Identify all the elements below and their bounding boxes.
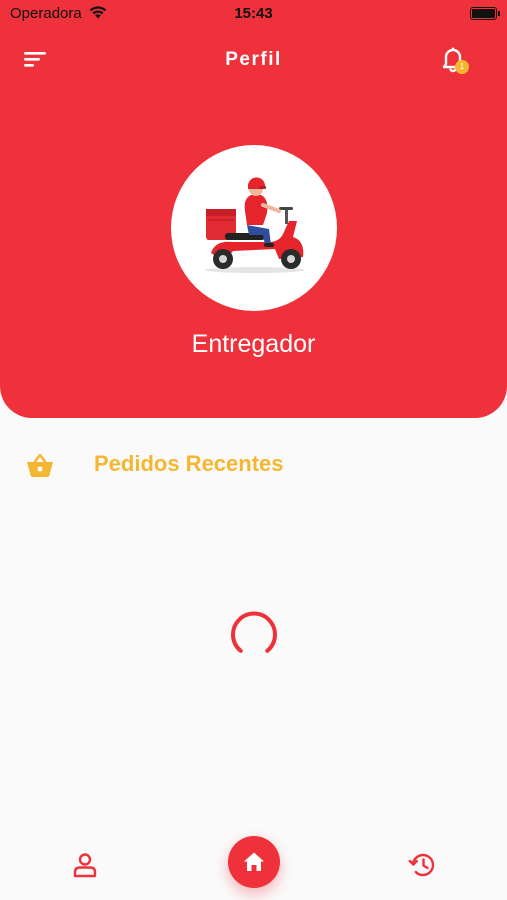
profile-screen: Operadora 15:43 Perfil 1 Entregador Pedi…	[0, 0, 507, 900]
nav-history-button[interactable]	[408, 850, 438, 880]
nav-profile-button[interactable]	[70, 850, 100, 880]
nav-home-button[interactable]	[228, 836, 280, 888]
battery-icon	[470, 7, 500, 20]
loading-spinner	[229, 610, 279, 660]
profile-name: Entregador	[191, 330, 316, 358]
section-title: Pedidos Recentes	[94, 451, 284, 476]
status-time: 15:43	[234, 5, 273, 22]
profile-header: Operadora 15:43 Perfil 1 Entregador	[0, 0, 507, 418]
avatar	[171, 145, 337, 311]
home-icon	[244, 852, 264, 871]
basket-icon	[25, 450, 55, 480]
delivery-scooter-illustration	[205, 177, 305, 273]
status-bar: Operadora 15:43	[0, 0, 507, 28]
page-title: Perfil	[225, 49, 282, 70]
history-icon	[408, 853, 435, 877]
person-icon	[73, 853, 97, 878]
notification-badge: 1	[455, 60, 469, 74]
notifications-button[interactable]: 1	[436, 43, 472, 79]
